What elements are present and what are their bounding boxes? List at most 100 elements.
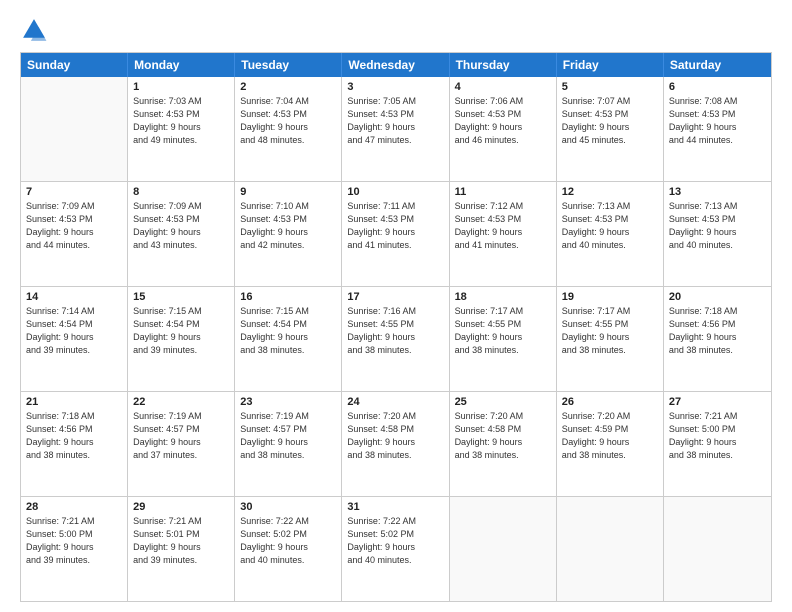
day-number: 26 <box>562 396 658 408</box>
calendar-cell <box>21 77 128 181</box>
calendar-cell: 4 Sunrise: 7:06 AMSunset: 4:53 PMDayligh… <box>450 77 557 181</box>
calendar-cell: 23 Sunrise: 7:19 AMSunset: 4:57 PMDaylig… <box>235 392 342 496</box>
cell-info: Sunrise: 7:21 AMSunset: 5:00 PMDaylight:… <box>669 410 766 462</box>
day-number: 8 <box>133 186 229 198</box>
calendar-cell: 29 Sunrise: 7:21 AMSunset: 5:01 PMDaylig… <box>128 497 235 601</box>
calendar-cell: 2 Sunrise: 7:04 AMSunset: 4:53 PMDayligh… <box>235 77 342 181</box>
calendar-week-4: 21 Sunrise: 7:18 AMSunset: 4:56 PMDaylig… <box>21 391 771 496</box>
day-number: 13 <box>669 186 766 198</box>
day-number: 1 <box>133 81 229 93</box>
calendar-cell <box>664 497 771 601</box>
day-number: 29 <box>133 501 229 513</box>
day-number: 17 <box>347 291 443 303</box>
calendar-cell: 15 Sunrise: 7:15 AMSunset: 4:54 PMDaylig… <box>128 287 235 391</box>
day-number: 18 <box>455 291 551 303</box>
calendar-week-1: 1 Sunrise: 7:03 AMSunset: 4:53 PMDayligh… <box>21 77 771 181</box>
calendar-cell <box>557 497 664 601</box>
calendar-cell: 10 Sunrise: 7:11 AMSunset: 4:53 PMDaylig… <box>342 182 449 286</box>
calendar-cell: 7 Sunrise: 7:09 AMSunset: 4:53 PMDayligh… <box>21 182 128 286</box>
calendar-cell: 18 Sunrise: 7:17 AMSunset: 4:55 PMDaylig… <box>450 287 557 391</box>
cell-info: Sunrise: 7:09 AMSunset: 4:53 PMDaylight:… <box>133 200 229 252</box>
calendar-cell: 13 Sunrise: 7:13 AMSunset: 4:53 PMDaylig… <box>664 182 771 286</box>
cell-info: Sunrise: 7:07 AMSunset: 4:53 PMDaylight:… <box>562 95 658 147</box>
cell-info: Sunrise: 7:20 AMSunset: 4:59 PMDaylight:… <box>562 410 658 462</box>
day-number: 31 <box>347 501 443 513</box>
cell-info: Sunrise: 7:15 AMSunset: 4:54 PMDaylight:… <box>133 305 229 357</box>
cell-info: Sunrise: 7:21 AMSunset: 5:00 PMDaylight:… <box>26 515 122 567</box>
calendar-week-3: 14 Sunrise: 7:14 AMSunset: 4:54 PMDaylig… <box>21 286 771 391</box>
cell-info: Sunrise: 7:19 AMSunset: 4:57 PMDaylight:… <box>240 410 336 462</box>
day-number: 16 <box>240 291 336 303</box>
calendar-cell: 3 Sunrise: 7:05 AMSunset: 4:53 PMDayligh… <box>342 77 449 181</box>
day-number: 9 <box>240 186 336 198</box>
cell-info: Sunrise: 7:20 AMSunset: 4:58 PMDaylight:… <box>347 410 443 462</box>
calendar-header: SundayMondayTuesdayWednesdayThursdayFrid… <box>21 53 771 77</box>
calendar-cell <box>450 497 557 601</box>
cell-info: Sunrise: 7:15 AMSunset: 4:54 PMDaylight:… <box>240 305 336 357</box>
cell-info: Sunrise: 7:13 AMSunset: 4:53 PMDaylight:… <box>562 200 658 252</box>
day-number: 4 <box>455 81 551 93</box>
calendar-cell: 5 Sunrise: 7:07 AMSunset: 4:53 PMDayligh… <box>557 77 664 181</box>
day-number: 11 <box>455 186 551 198</box>
day-number: 27 <box>669 396 766 408</box>
calendar-cell: 14 Sunrise: 7:14 AMSunset: 4:54 PMDaylig… <box>21 287 128 391</box>
logo-icon <box>20 16 48 44</box>
day-number: 12 <box>562 186 658 198</box>
day-number: 24 <box>347 396 443 408</box>
day-number: 3 <box>347 81 443 93</box>
calendar-cell: 30 Sunrise: 7:22 AMSunset: 5:02 PMDaylig… <box>235 497 342 601</box>
cell-info: Sunrise: 7:14 AMSunset: 4:54 PMDaylight:… <box>26 305 122 357</box>
cell-info: Sunrise: 7:18 AMSunset: 4:56 PMDaylight:… <box>26 410 122 462</box>
calendar-cell: 11 Sunrise: 7:12 AMSunset: 4:53 PMDaylig… <box>450 182 557 286</box>
day-header-monday: Monday <box>128 53 235 77</box>
cell-info: Sunrise: 7:03 AMSunset: 4:53 PMDaylight:… <box>133 95 229 147</box>
calendar-cell: 17 Sunrise: 7:16 AMSunset: 4:55 PMDaylig… <box>342 287 449 391</box>
day-header-friday: Friday <box>557 53 664 77</box>
cell-info: Sunrise: 7:12 AMSunset: 4:53 PMDaylight:… <box>455 200 551 252</box>
calendar-cell: 25 Sunrise: 7:20 AMSunset: 4:58 PMDaylig… <box>450 392 557 496</box>
cell-info: Sunrise: 7:05 AMSunset: 4:53 PMDaylight:… <box>347 95 443 147</box>
day-number: 21 <box>26 396 122 408</box>
day-number: 28 <box>26 501 122 513</box>
logo <box>20 16 52 44</box>
header <box>20 16 772 44</box>
calendar-cell: 28 Sunrise: 7:21 AMSunset: 5:00 PMDaylig… <box>21 497 128 601</box>
calendar-cell: 8 Sunrise: 7:09 AMSunset: 4:53 PMDayligh… <box>128 182 235 286</box>
calendar-cell: 21 Sunrise: 7:18 AMSunset: 4:56 PMDaylig… <box>21 392 128 496</box>
day-header-saturday: Saturday <box>664 53 771 77</box>
day-number: 7 <box>26 186 122 198</box>
calendar-cell: 16 Sunrise: 7:15 AMSunset: 4:54 PMDaylig… <box>235 287 342 391</box>
calendar-cell: 9 Sunrise: 7:10 AMSunset: 4:53 PMDayligh… <box>235 182 342 286</box>
calendar-cell: 20 Sunrise: 7:18 AMSunset: 4:56 PMDaylig… <box>664 287 771 391</box>
day-number: 22 <box>133 396 229 408</box>
day-header-tuesday: Tuesday <box>235 53 342 77</box>
cell-info: Sunrise: 7:22 AMSunset: 5:02 PMDaylight:… <box>347 515 443 567</box>
cell-info: Sunrise: 7:20 AMSunset: 4:58 PMDaylight:… <box>455 410 551 462</box>
day-number: 2 <box>240 81 336 93</box>
cell-info: Sunrise: 7:16 AMSunset: 4:55 PMDaylight:… <box>347 305 443 357</box>
cell-info: Sunrise: 7:19 AMSunset: 4:57 PMDaylight:… <box>133 410 229 462</box>
cell-info: Sunrise: 7:13 AMSunset: 4:53 PMDaylight:… <box>669 200 766 252</box>
calendar-body: 1 Sunrise: 7:03 AMSunset: 4:53 PMDayligh… <box>21 77 771 601</box>
cell-info: Sunrise: 7:06 AMSunset: 4:53 PMDaylight:… <box>455 95 551 147</box>
cell-info: Sunrise: 7:09 AMSunset: 4:53 PMDaylight:… <box>26 200 122 252</box>
day-number: 10 <box>347 186 443 198</box>
calendar-cell: 24 Sunrise: 7:20 AMSunset: 4:58 PMDaylig… <box>342 392 449 496</box>
day-number: 23 <box>240 396 336 408</box>
calendar-cell: 6 Sunrise: 7:08 AMSunset: 4:53 PMDayligh… <box>664 77 771 181</box>
calendar-cell: 26 Sunrise: 7:20 AMSunset: 4:59 PMDaylig… <box>557 392 664 496</box>
calendar-cell: 12 Sunrise: 7:13 AMSunset: 4:53 PMDaylig… <box>557 182 664 286</box>
cell-info: Sunrise: 7:22 AMSunset: 5:02 PMDaylight:… <box>240 515 336 567</box>
calendar: SundayMondayTuesdayWednesdayThursdayFrid… <box>20 52 772 602</box>
calendar-cell: 27 Sunrise: 7:21 AMSunset: 5:00 PMDaylig… <box>664 392 771 496</box>
cell-info: Sunrise: 7:18 AMSunset: 4:56 PMDaylight:… <box>669 305 766 357</box>
cell-info: Sunrise: 7:04 AMSunset: 4:53 PMDaylight:… <box>240 95 336 147</box>
day-number: 25 <box>455 396 551 408</box>
calendar-cell: 22 Sunrise: 7:19 AMSunset: 4:57 PMDaylig… <box>128 392 235 496</box>
calendar-cell: 1 Sunrise: 7:03 AMSunset: 4:53 PMDayligh… <box>128 77 235 181</box>
day-number: 5 <box>562 81 658 93</box>
calendar-cell: 19 Sunrise: 7:17 AMSunset: 4:55 PMDaylig… <box>557 287 664 391</box>
cell-info: Sunrise: 7:11 AMSunset: 4:53 PMDaylight:… <box>347 200 443 252</box>
calendar-week-2: 7 Sunrise: 7:09 AMSunset: 4:53 PMDayligh… <box>21 181 771 286</box>
cell-info: Sunrise: 7:10 AMSunset: 4:53 PMDaylight:… <box>240 200 336 252</box>
